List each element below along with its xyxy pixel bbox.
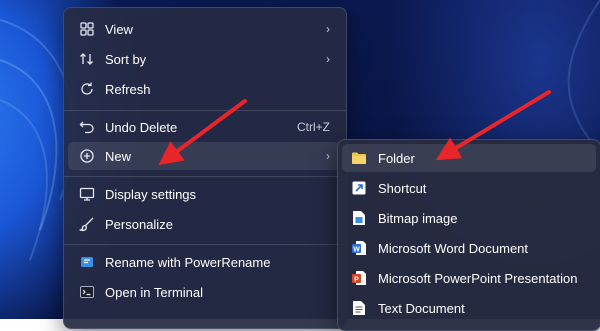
text-document-icon (350, 299, 368, 317)
submenu-item-microsoft-word-document[interactable]: W Microsoft Word Document (342, 234, 596, 262)
submenu-item-label: Bitmap image (378, 210, 458, 226)
menu-item-open-in-terminal[interactable]: Open in Terminal (68, 278, 342, 306)
brush-icon (78, 215, 96, 233)
submenu-item-label: Folder (378, 150, 415, 166)
menu-item-label: Open in Terminal (105, 284, 204, 300)
undo-icon (78, 118, 96, 136)
submenu-item-text-document[interactable]: Text Document (342, 294, 596, 322)
svg-text:P: P (354, 276, 359, 283)
submenu-item-microsoft-powerpoint-presentation[interactable]: P Microsoft PowerPoint Presentation (342, 264, 596, 292)
word-icon: W (350, 239, 368, 257)
menu-item-label: New (105, 148, 132, 164)
menu-item-undo-delete[interactable]: Undo Delete Ctrl+Z (68, 113, 342, 141)
menu-separator (64, 244, 346, 245)
submenu-item-bitmap-image[interactable]: Bitmap image (342, 204, 596, 232)
submenu-item-shortcut[interactable]: Shortcut (342, 174, 596, 202)
desktop-context-menu: View › Sort by › Refresh Undo Delete Ctr… (63, 7, 347, 329)
powerrename-icon (78, 253, 96, 271)
submenu-item-label: Microsoft PowerPoint Presentation (378, 270, 578, 286)
submenu-item-label: Text Document (378, 300, 465, 316)
refresh-icon (78, 80, 96, 98)
menu-item-label: View (105, 21, 133, 37)
plus-circle-icon (78, 147, 96, 165)
shortcut-icon (350, 179, 368, 197)
submenu-item-label: Microsoft Word Document (378, 240, 529, 256)
menu-item-sort-by[interactable]: Sort by › (68, 45, 342, 73)
bitmap-icon (350, 209, 368, 227)
menu-item-new[interactable]: New › (68, 142, 342, 170)
chevron-right-icon: › (326, 22, 330, 36)
keyboard-shortcut: Ctrl+Z (297, 120, 330, 134)
menu-item-label: Personalize (105, 216, 173, 232)
svg-text:W: W (353, 246, 360, 253)
menu-item-display-settings[interactable]: Display settings (68, 180, 342, 208)
menu-separator (64, 176, 346, 177)
grid-view-icon (78, 20, 96, 38)
folder-icon (350, 149, 368, 167)
menu-item-label: Undo Delete (105, 119, 178, 135)
menu-item-refresh[interactable]: Refresh (68, 75, 342, 103)
chevron-right-icon: › (326, 149, 330, 163)
menu-item-label: Sort by (105, 51, 147, 67)
menu-item-rename-with-powerrename[interactable]: Rename with PowerRename (68, 248, 342, 276)
menu-item-personalize[interactable]: Personalize (68, 210, 342, 238)
menu-item-label: Refresh (105, 81, 151, 97)
menu-item-view[interactable]: View › (68, 15, 342, 43)
monitor-icon (78, 185, 96, 203)
chevron-right-icon: › (326, 52, 330, 66)
sort-arrows-icon (78, 50, 96, 68)
powerpoint-icon: P (350, 269, 368, 287)
submenu-item-label: Shortcut (378, 180, 427, 196)
new-submenu: Folder Shortcut Bitmap image W Microsoft… (337, 139, 600, 331)
terminal-icon (78, 283, 96, 301)
menu-item-label: Rename with PowerRename (105, 254, 271, 270)
menu-item-label: Display settings (105, 186, 197, 202)
submenu-item-folder[interactable]: Folder (342, 144, 596, 172)
menu-separator (64, 110, 346, 111)
